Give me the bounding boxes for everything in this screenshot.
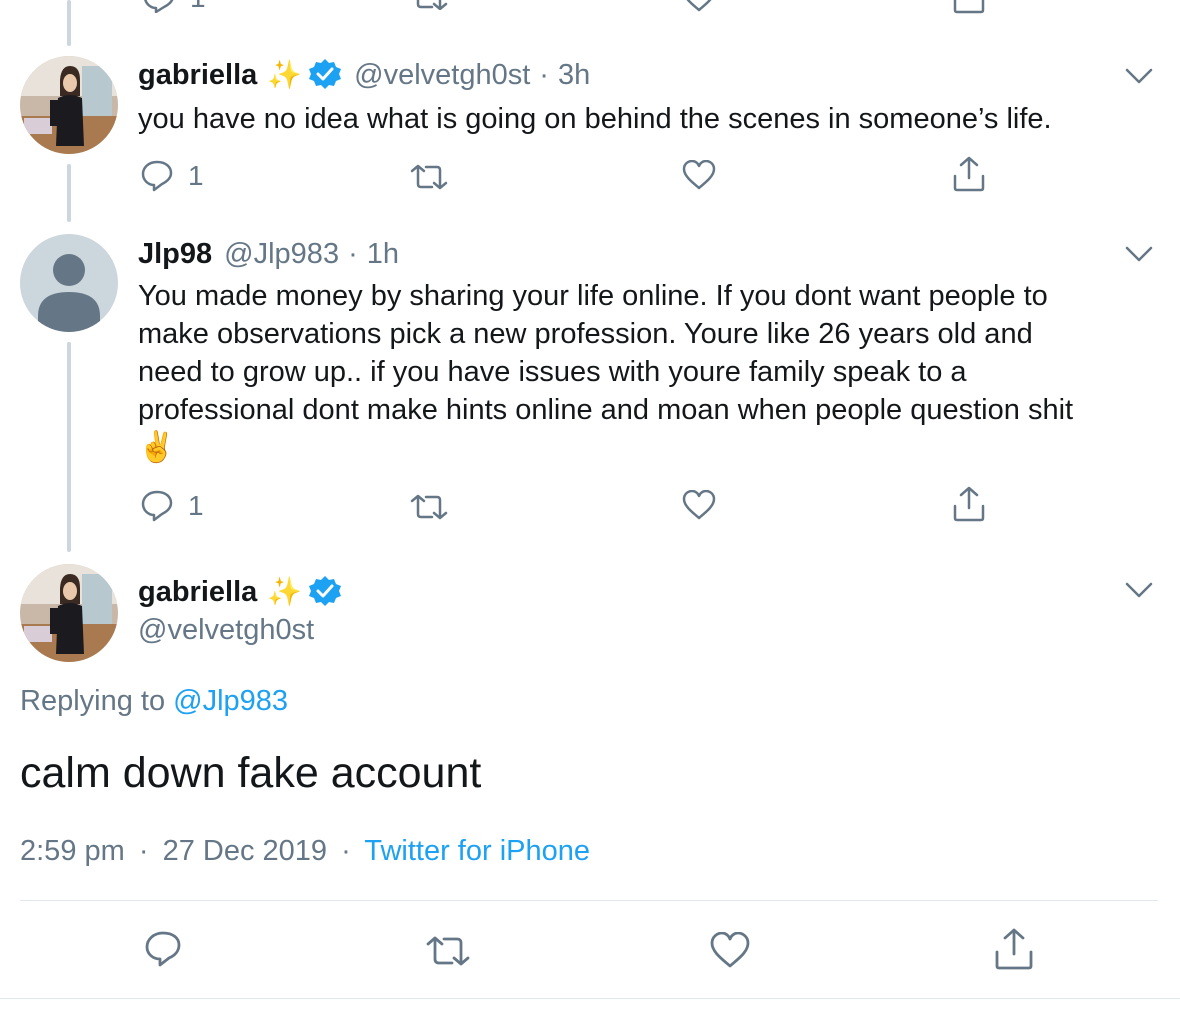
tweet-source-link[interactable]: Twitter for iPhone	[364, 835, 590, 867]
handle[interactable]: @velvetgh0st	[354, 57, 530, 93]
retweet-icon	[410, 494, 448, 520]
retweet-icon	[410, 164, 448, 190]
reply-icon	[141, 160, 173, 192]
retweet-button[interactable]	[410, 0, 448, 10]
verified-badge-icon	[308, 58, 342, 92]
like-button[interactable]	[682, 490, 716, 520]
verified-badge-icon	[308, 575, 342, 609]
divider	[20, 900, 1158, 901]
tweet-text-line: need to grow up.. if you have issues wit…	[138, 356, 967, 388]
thread-line	[67, 164, 71, 222]
share-icon	[953, 0, 985, 14]
chevron-down-icon[interactable]	[1124, 66, 1154, 86]
like-button[interactable]	[710, 932, 750, 968]
reply-count: 1	[190, 0, 206, 14]
replying-to-label: Replying to	[20, 685, 166, 717]
share-button[interactable]	[994, 928, 1034, 970]
profile-photo	[20, 564, 118, 662]
retweet-button[interactable]	[410, 494, 448, 520]
handle[interactable]: @velvetgh0st	[138, 612, 314, 648]
focused-tweet-text: calm down fake account	[20, 749, 482, 797]
reply-button[interactable]: 1	[140, 160, 204, 192]
share-icon	[953, 156, 985, 192]
avatar[interactable]	[20, 564, 118, 662]
retweet-button[interactable]	[426, 936, 470, 966]
retweet-button[interactable]	[410, 164, 448, 190]
thread-line	[67, 342, 71, 552]
default-avatar	[20, 234, 118, 332]
display-name[interactable]: Jlp98	[138, 236, 212, 272]
display-name[interactable]: gabriella	[138, 574, 257, 610]
replying-to-handle-link[interactable]: @Jlp983	[173, 685, 288, 717]
share-icon	[995, 928, 1033, 970]
tweet-header: gabriella ✨	[138, 574, 342, 610]
reply-button[interactable]: 1	[142, 0, 206, 14]
like-button[interactable]	[682, 0, 716, 12]
tweet-header: Jlp98 @Jlp983 · 1h	[138, 236, 399, 272]
avatar[interactable]	[20, 56, 118, 154]
reply-icon	[141, 490, 173, 522]
tweet-text-line: You made money by sharing your life onli…	[138, 280, 1048, 312]
handle-row: @velvetgh0st	[138, 612, 314, 648]
like-icon	[682, 160, 716, 190]
reply-count: 1	[188, 490, 204, 521]
avatar[interactable]	[20, 234, 118, 332]
chevron-down-icon[interactable]	[1124, 244, 1154, 264]
retweet-icon	[416, 0, 448, 10]
share-button[interactable]	[952, 0, 986, 14]
like-icon	[710, 932, 750, 968]
tweet-time[interactable]: 2:59 pm	[20, 835, 125, 867]
reply-button[interactable]: 1	[140, 490, 204, 522]
display-name[interactable]: gabriella	[138, 57, 257, 93]
profile-photo	[20, 56, 118, 154]
divider	[0, 998, 1180, 999]
tweet-header: gabriella ✨ @velvetgh0st · 3h	[138, 57, 590, 93]
separator: ·	[341, 835, 351, 867]
share-button[interactable]	[952, 486, 986, 522]
victory-hand-emoji: ✌️	[138, 431, 176, 464]
timestamp[interactable]: 1h	[367, 236, 399, 272]
share-icon	[953, 486, 985, 522]
timestamp[interactable]: 3h	[558, 57, 590, 93]
separator: ·	[138, 835, 149, 867]
like-icon	[686, 0, 712, 12]
handle[interactable]: @Jlp983	[224, 236, 339, 272]
sparkles-emoji: ✨	[267, 576, 303, 607]
reply-icon	[145, 931, 181, 967]
tweet-text: you have no idea what is going on behind…	[138, 103, 1052, 135]
like-icon	[682, 490, 716, 520]
chevron-down-icon[interactable]	[1124, 580, 1154, 600]
tweet-date[interactable]: 27 Dec 2019	[163, 835, 327, 867]
reply-icon	[144, 0, 174, 13]
reply-button[interactable]	[144, 930, 182, 968]
tweet-text-line: professional dont make hints online and …	[138, 394, 1074, 426]
share-button[interactable]	[952, 156, 986, 192]
like-button[interactable]	[682, 160, 716, 190]
retweet-icon	[426, 936, 470, 966]
sparkles-emoji: ✨	[267, 59, 303, 90]
tweet-text-line: make observations pick a new profession.…	[138, 318, 1033, 350]
replying-to: Replying to @Jlp983	[20, 682, 288, 720]
tweet-meta: 2:59 pm · 27 Dec 2019 · Twitter for iPho…	[20, 832, 590, 870]
thread-line	[67, 0, 71, 46]
separator: ·	[539, 59, 549, 91]
tweet-text: You made money by sharing your life onli…	[138, 277, 1148, 467]
separator: ·	[348, 238, 358, 270]
reply-count: 1	[188, 160, 204, 191]
